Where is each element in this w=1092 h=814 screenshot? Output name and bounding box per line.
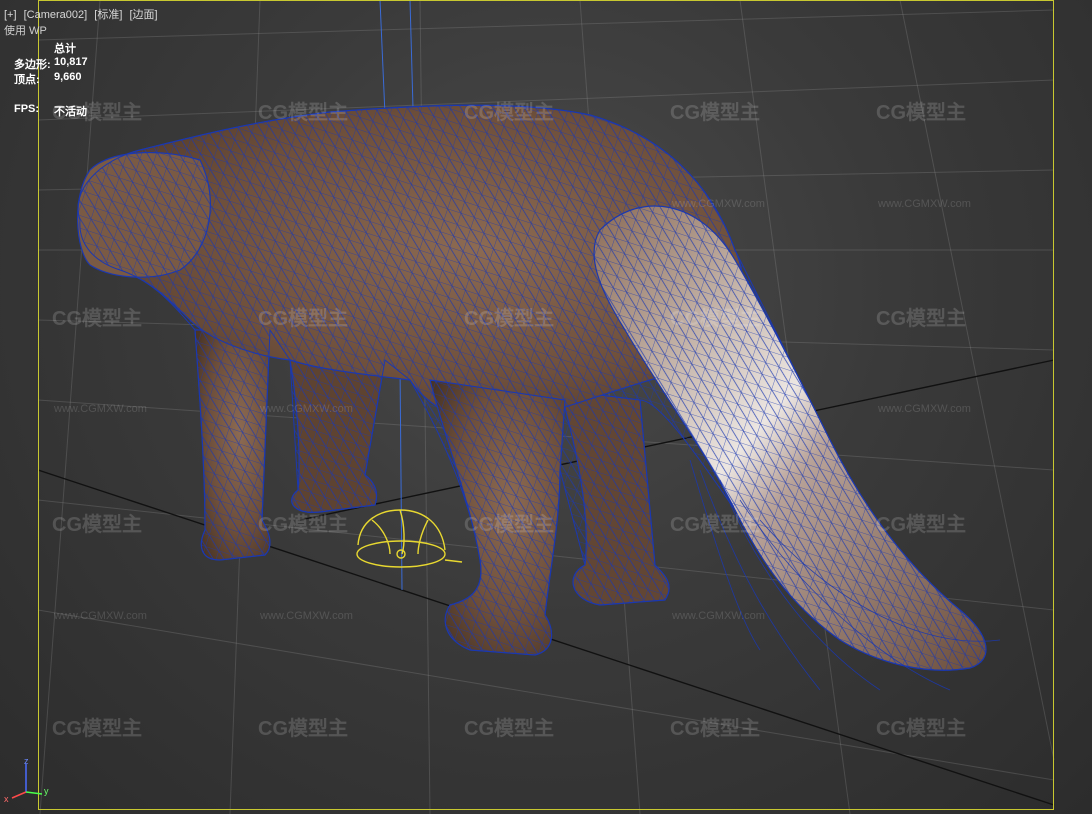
axis-z-label: z <box>24 756 29 766</box>
polygons-value: 10,817 <box>54 56 88 68</box>
axis-tripod-icon: z x y <box>4 756 54 806</box>
animal-mesh[interactable] <box>77 104 1001 691</box>
axis-x-label: x <box>4 794 9 804</box>
viewport-camera-menu[interactable]: [Camera002] <box>24 9 88 21</box>
viewport-scene[interactable] <box>0 0 1092 814</box>
light-gizmo[interactable] <box>356 509 463 568</box>
viewport-shading-menu[interactable]: [标准] <box>94 9 122 21</box>
viewport-label[interactable]: [+] [Camera002] [标准] [边面] <box>4 6 162 22</box>
polygons-label: 多边形: <box>14 59 51 71</box>
axis-y-label: y <box>44 786 49 796</box>
viewport-sublabel: 使用 WP <box>4 25 47 37</box>
vertices-label: 顶点: <box>14 74 40 86</box>
3d-viewport[interactable]: CG模型主 CG模型主 CG模型主 CG模型主 CG模型主 CG模型主 CG模型… <box>0 0 1092 814</box>
vertices-value: 9,660 <box>54 71 82 83</box>
fps-value: 不活动 <box>54 106 87 118</box>
viewport-display-menu[interactable]: [边面] <box>129 9 157 21</box>
viewport-menu[interactable]: [+] <box>4 9 17 21</box>
stats-header: 总计 <box>54 43 76 55</box>
fps-label: FPS: <box>14 103 40 115</box>
